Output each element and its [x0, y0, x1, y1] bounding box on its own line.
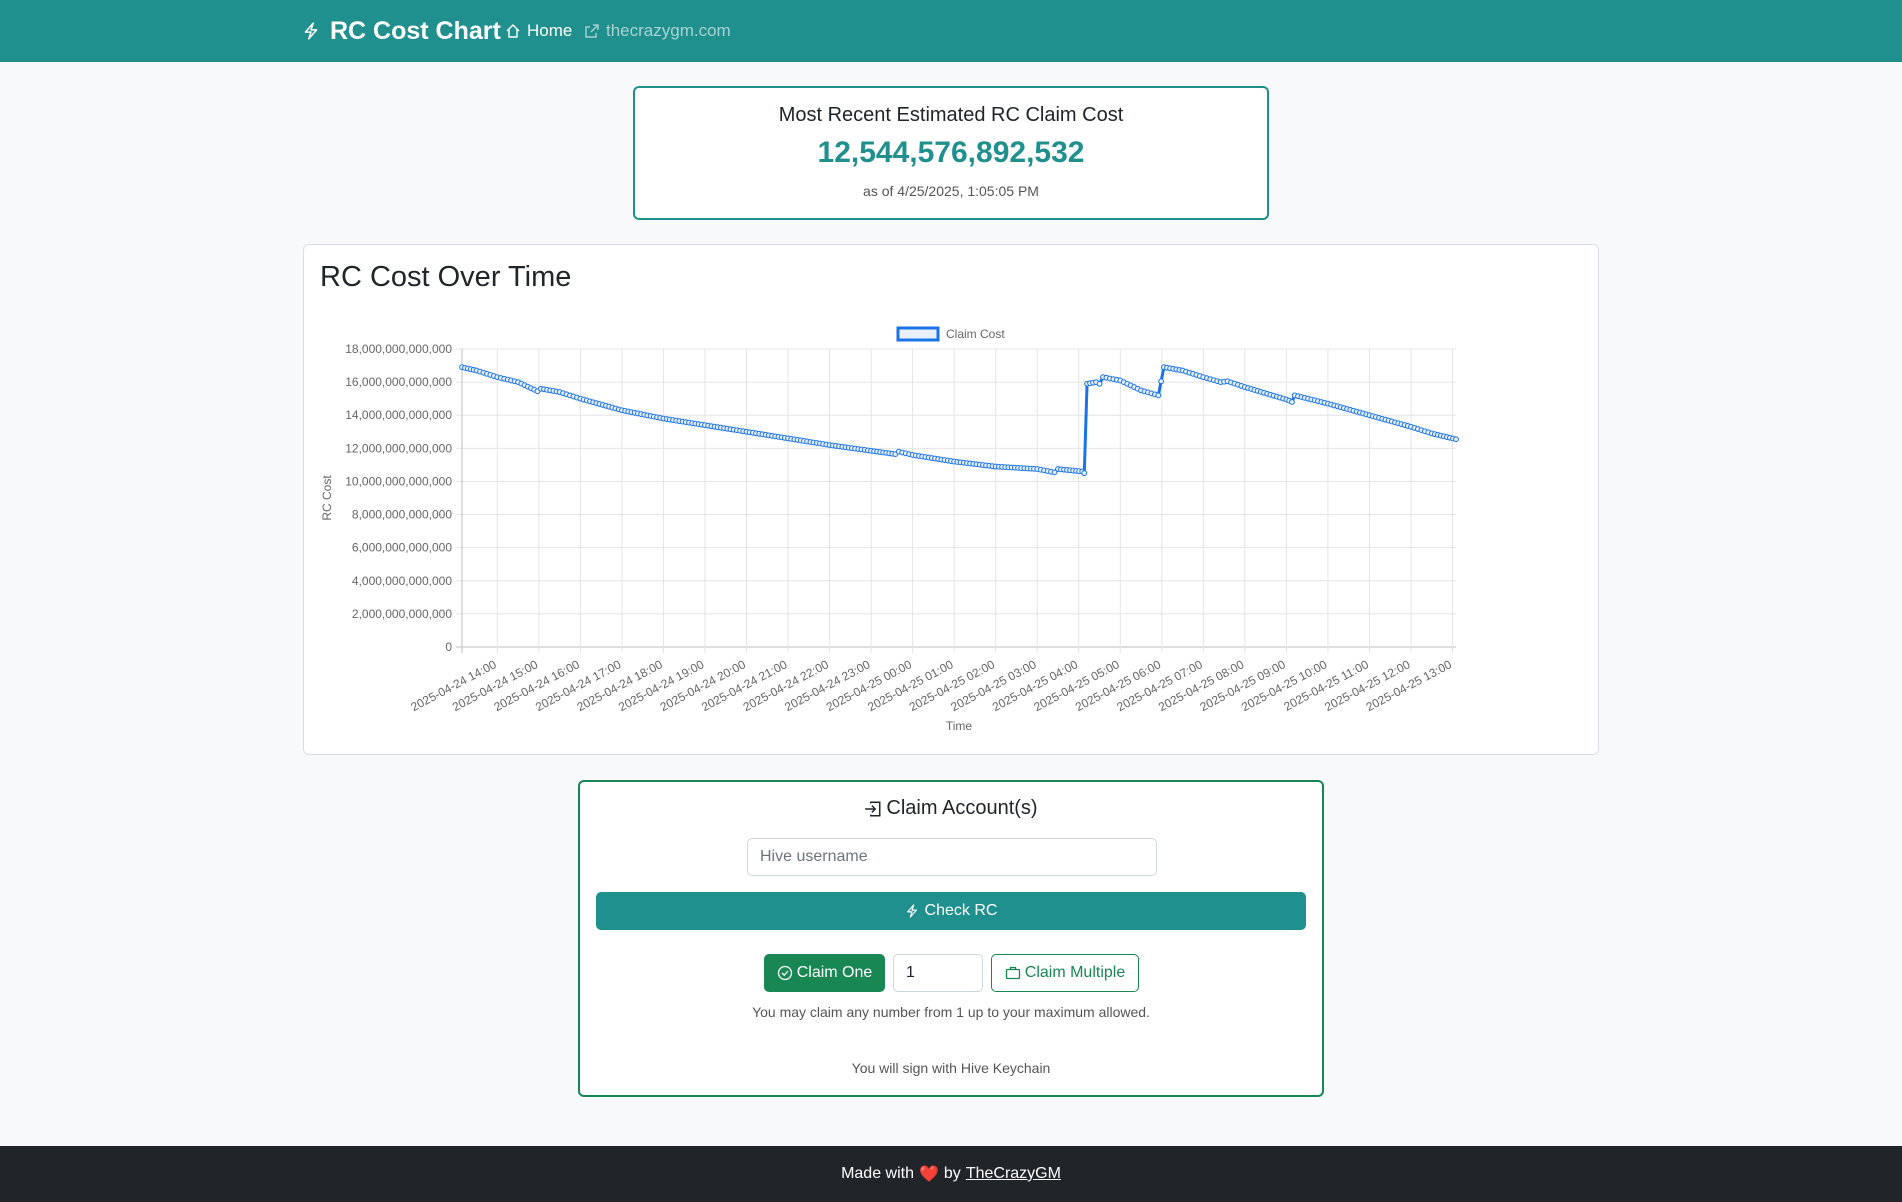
rc-cost-line-chart[interactable]: 0 2,000,000,000,000 4,000,000,000,000 6,000…: [304, 245, 1600, 756]
claim-multiple-button[interactable]: Claim Multiple: [991, 954, 1139, 992]
y-tick-label: 14,000,000,000,000: [345, 408, 452, 422]
external-link-icon: [585, 24, 599, 38]
brand-title: RC Cost Chart: [330, 16, 501, 45]
y-tick-label: 0: [445, 640, 452, 654]
heart-icon: ❤️: [918, 1166, 939, 1183]
nav-external-label: thecrazygm.com: [606, 21, 731, 40]
footer-author-link[interactable]: TheCrazyGM: [966, 1165, 1061, 1183]
claim-hint: You may claim any number from 1 up to yo…: [752, 1004, 1150, 1020]
nav-home-link[interactable]: Home: [505, 18, 572, 44]
legend-swatch: [896, 326, 940, 342]
data-point: [1158, 378, 1165, 385]
y-tick-label: 18,000,000,000,000: [345, 342, 452, 356]
data-point: [1155, 392, 1162, 399]
data-point: [1096, 380, 1103, 387]
footer-made-with: Made with: [841, 1165, 914, 1182]
check-rc-label: Check RC: [924, 902, 998, 919]
navbar: RC Cost Chart Home thecrazygm.com: [0, 0, 1902, 62]
home-icon: [506, 24, 520, 38]
nav-external-link[interactable]: thecrazygm.com: [584, 18, 731, 44]
claim-title: Claim Account(s): [580, 797, 1322, 820]
y-tick-label: 8,000,000,000,000: [352, 508, 452, 522]
y-axis-title: RC Cost: [320, 475, 334, 521]
recent-cost-timestamp: as of 4/25/2025, 1:05:05 PM: [863, 183, 1039, 199]
y-tick-label: 12,000,000,000,000: [345, 441, 452, 455]
claim-title-text: Claim Account(s): [886, 797, 1038, 819]
recent-cost-value: 12,544,576,892,532: [817, 136, 1085, 169]
briefcase-icon: [1005, 966, 1020, 980]
footer-by: by: [943, 1165, 961, 1182]
claim-one-label: Claim One: [796, 964, 873, 981]
check-circle-icon: [777, 965, 792, 981]
chart-card: RC Cost Over Time 0 2,000,000,000,000 4,00…: [303, 244, 1599, 755]
claim-card: Claim Account(s) Check RC Claim One Clai…: [578, 780, 1324, 1097]
sign-in-icon: [865, 801, 881, 816]
claim-one-button[interactable]: Claim One: [764, 954, 885, 992]
lightning-icon: [906, 904, 917, 918]
y-tick-label: 10,000,000,000,000: [345, 474, 452, 488]
claim-multiple-label: Claim Multiple: [1024, 964, 1126, 981]
y-tick-label: 16,000,000,000,000: [345, 375, 452, 389]
y-tick-label: 6,000,000,000,000: [352, 541, 452, 555]
username-input[interactable]: [747, 838, 1157, 876]
recent-cost-card: Most Recent Estimated RC Claim Cost 12,5…: [633, 86, 1269, 220]
data-point: [1081, 470, 1088, 477]
data-point: [1289, 399, 1295, 405]
y-tick-label: 4,000,000,000,000: [352, 574, 452, 588]
y-tick-label: 2,000,000,000,000: [352, 607, 452, 621]
brand-link[interactable]: RC Cost Chart: [302, 14, 501, 48]
check-rc-button[interactable]: Check RC: [596, 892, 1306, 930]
lightning-icon: [304, 22, 318, 40]
keychain-note: You will sign with Hive Keychain: [851, 1060, 1051, 1076]
x-axis-title: Time: [946, 719, 973, 733]
recent-cost-title: Most Recent Estimated RC Claim Cost: [778, 104, 1124, 126]
data-point: [1453, 436, 1459, 443]
series-line-claim-cost: [461, 365, 1457, 475]
legend-label: Claim Cost: [946, 327, 1005, 341]
quantity-input[interactable]: [893, 954, 983, 992]
footer: Made with ❤️ by TheCrazyGM: [0, 1146, 1902, 1202]
nav-home-label: Home: [527, 21, 573, 40]
